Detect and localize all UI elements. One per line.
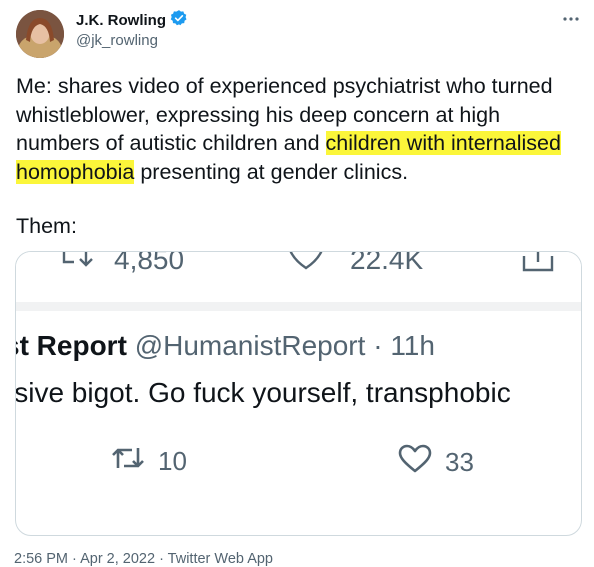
tweet-text-part2: presenting at gender clinics. — [134, 159, 409, 184]
author-handle[interactable]: @jk_rowling — [76, 32, 158, 49]
screenshot-like-action: 33 — [397, 444, 474, 481]
screenshot-divider — [16, 302, 581, 311]
top-like-count: 22.4K — [350, 251, 424, 275]
tweet-timestamp[interactable]: 2:56 PM · Apr 2, 2022 · Twitter Web App — [14, 551, 273, 567]
quoted-name: st Report — [15, 330, 127, 361]
screenshot-top-actions: 4,850 22.4K — [16, 252, 581, 302]
top-reply-count: 4,850 — [114, 251, 185, 275]
quoted-time: 11h — [390, 330, 435, 361]
quoted-text: lsive bigot. Go fuck yourself, transphob… — [15, 377, 511, 408]
author-name-row: J.K. Rowling — [76, 9, 188, 32]
share-icon — [521, 252, 555, 279]
heart-icon — [397, 444, 433, 481]
retweet-icon — [110, 444, 146, 479]
tweet-them-line: Them: — [16, 214, 77, 238]
like-count: 33 — [445, 447, 474, 477]
tweet-text: Me: shares video of experienced psychiat… — [16, 72, 582, 186]
quoted-handle: @HumanistReport — [134, 330, 366, 361]
quoted-author-line: st Report @HumanistReport · 11h — [16, 330, 435, 362]
more-options-icon[interactable] — [563, 11, 579, 22]
screenshot-retweet-action: 10 — [110, 444, 187, 479]
retweet-count: 10 — [158, 446, 187, 476]
reply-icon — [60, 252, 96, 275]
quoted-separator: · — [365, 330, 391, 361]
avatar[interactable] — [16, 10, 64, 58]
verified-badge-icon — [170, 9, 188, 32]
heart-outline-icon — [288, 252, 324, 275]
author-display-name[interactable]: J.K. Rowling — [76, 12, 166, 29]
attached-image[interactable]: 4,850 22.4K st Report @HumanistReport · … — [15, 251, 582, 536]
